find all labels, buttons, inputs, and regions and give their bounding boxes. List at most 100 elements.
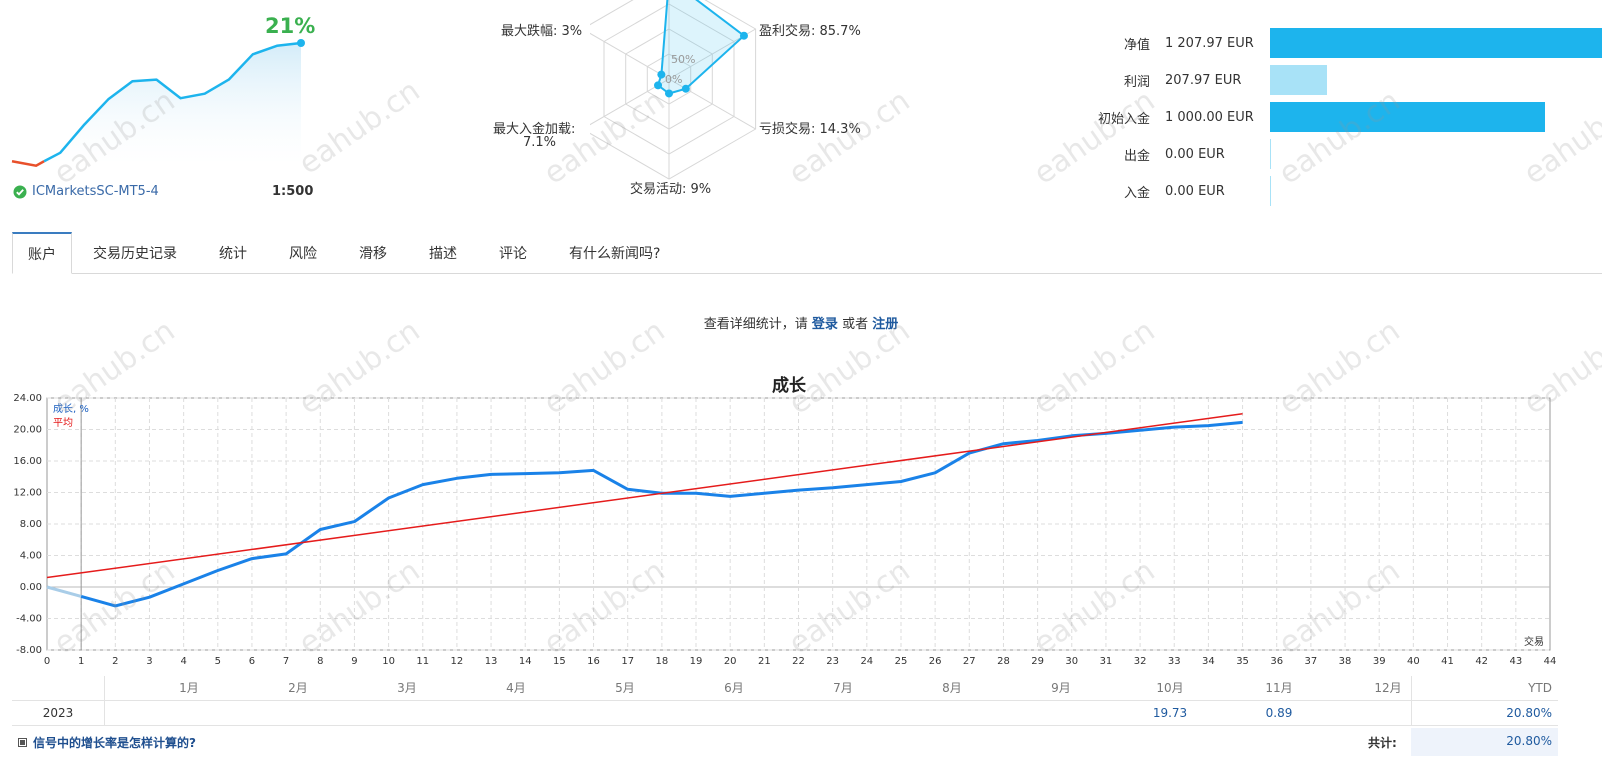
radar-label-profit-trades: 盈利交易: 85.7% [759,24,861,39]
total-value: 20.80% [1506,734,1552,748]
tab-bar: 账户 交易历史记录 统计 风险 滑移 描述 评论 有什么新闻吗? [12,232,1602,274]
login-notice: 查看详细统计，请 登录 或者 注册 [0,313,1602,332]
radar-point [654,81,663,90]
x-tick-label: 19 [690,656,703,667]
register-link[interactable]: 注册 [872,317,898,332]
growth-chart: 24.00 20.00 16.00 12.00 8.00 4.00 0.00 -4.00 -8.… [13,393,1557,667]
y-tick-label: 4.00 [20,551,42,562]
x-tick-label: 29 [1031,656,1044,667]
balance-row: 入金 0.00 EUR [1090,176,1271,206]
balance-row: 出金 0.00 EUR [1090,139,1271,169]
balance-row: 利润 207.97 EUR [1090,65,1328,95]
tab-0[interactable]: 账户 [12,232,72,274]
month-header: 9月 [1051,681,1071,695]
month-header-row: 1月 2月 3月 4月 5月 6月 7月 8月 9月 10月 11月 12月 YTD [12,676,1558,701]
y-tick-label: 12.00 [13,488,42,499]
x-tick-label: 22 [792,656,805,667]
x-tick-label: 0 [44,656,50,667]
broker-line[interactable]: ICMarketsSC-MT5-4 [13,184,159,199]
tab-5[interactable]: 描述 [408,232,478,274]
x-tick-label: 18 [655,656,668,667]
x-tick-label: 32 [1134,656,1147,667]
tab-1[interactable]: 交易历史记录 [72,232,198,274]
y-tick-label: -4.00 [16,614,42,625]
table-separator [104,701,105,725]
balance-bar [1270,65,1328,95]
radar-axis [590,32,670,80]
x-tick-label: 15 [553,656,566,667]
balance-label: 初始入金 [1097,111,1150,127]
month-header: 3月 [397,681,417,695]
x-tick-label: 12 [451,656,464,667]
balance-bar [1270,139,1271,169]
x-tick-label: 34 [1202,656,1215,667]
info-square-icon [18,738,27,747]
x-tick-label: 13 [485,656,498,667]
x-tick-label: 24 [860,656,873,667]
x-tick-label: 43 [1509,656,1522,667]
balance-value: 207.97 EUR [1165,72,1242,88]
tab-3[interactable]: 风险 [268,232,338,274]
tab-4[interactable]: 滑移 [338,232,408,274]
x-tick-label: 35 [1236,656,1249,667]
x-tick-label: 5 [215,656,221,667]
broker-name[interactable]: ICMarketsSC-MT5-4 [32,184,159,199]
x-tick-label: 40 [1407,656,1420,667]
balance-label: 入金 [1123,185,1150,201]
x-tick-label: 44 [1544,656,1557,667]
how-calc-text[interactable]: 信号中的增长率是怎样计算的? [33,734,196,751]
balance-bar [1270,176,1271,206]
x-tick-label: 9 [351,656,357,667]
x-tick-label: 8 [317,656,323,667]
x-axis-label: 交易 [1524,635,1544,648]
x-tick-label: 37 [1305,656,1318,667]
x-tick-label: 25 [895,656,908,667]
table-separator [104,676,105,700]
balance-bar [1270,102,1545,132]
x-tick-label: 11 [416,656,429,667]
tab-6[interactable]: 评论 [478,232,548,274]
table-separator [1411,701,1412,725]
watermark: eahub.cn [1272,83,1407,192]
x-tick-label: 36 [1270,656,1283,667]
month-header: 6月 [724,681,744,695]
radar-point [739,31,748,40]
y-tick-label: 24.00 [13,393,42,404]
balance-label: 净值 [1123,37,1150,53]
watermark: eahub.cn [782,83,917,192]
x-tick-label: 6 [249,656,255,667]
x-tick-label: 28 [997,656,1010,667]
x-tick-label: 30 [1065,656,1078,667]
mini-end-dot [297,39,305,47]
y-tick-label: 0.00 [20,582,42,593]
x-tick-label: 3 [146,656,152,667]
x-tick-label: 21 [758,656,771,667]
x-tick-label: 16 [587,656,600,667]
how-calc-link[interactable]: 信号中的增长率是怎样计算的? [18,734,196,751]
year-row: 19.73 0.89 2023 20.80% [12,701,1558,726]
login-notice-text: 查看详细统计，请 [703,317,808,332]
total-box: 20.80% [1411,728,1558,756]
login-link[interactable]: 登录 [812,317,838,332]
radar-point [681,84,690,93]
legend-growth: 成长, % [53,403,89,415]
legend-average: 平均 [53,417,73,429]
x-tick-label: 33 [1168,656,1181,667]
tab-7[interactable]: 有什么新闻吗? [548,232,681,274]
balance-value: 1 207.97 EUR [1165,35,1254,51]
y-tick-label: 16.00 [13,456,42,467]
x-tick-label: 10 [382,656,395,667]
x-tick-label: 17 [621,656,634,667]
balance-label: 出金 [1123,148,1150,164]
x-tick-label: 31 [1100,656,1113,667]
balance-row: 初始入金 1 000.00 EUR [1090,102,1545,132]
check-circle-icon [13,185,27,198]
growth-percent: 21% [265,14,316,38]
watermark: eahub.cn [1517,83,1602,192]
radar-label-loss-trades: 亏损交易: 14.3% [759,122,861,137]
mini-area [12,43,301,166]
tab-2[interactable]: 统计 [198,232,268,274]
balance-value: 0.00 EUR [1165,183,1225,199]
balance-label: 利润 [1123,74,1150,90]
balance-bar [1270,28,1602,58]
